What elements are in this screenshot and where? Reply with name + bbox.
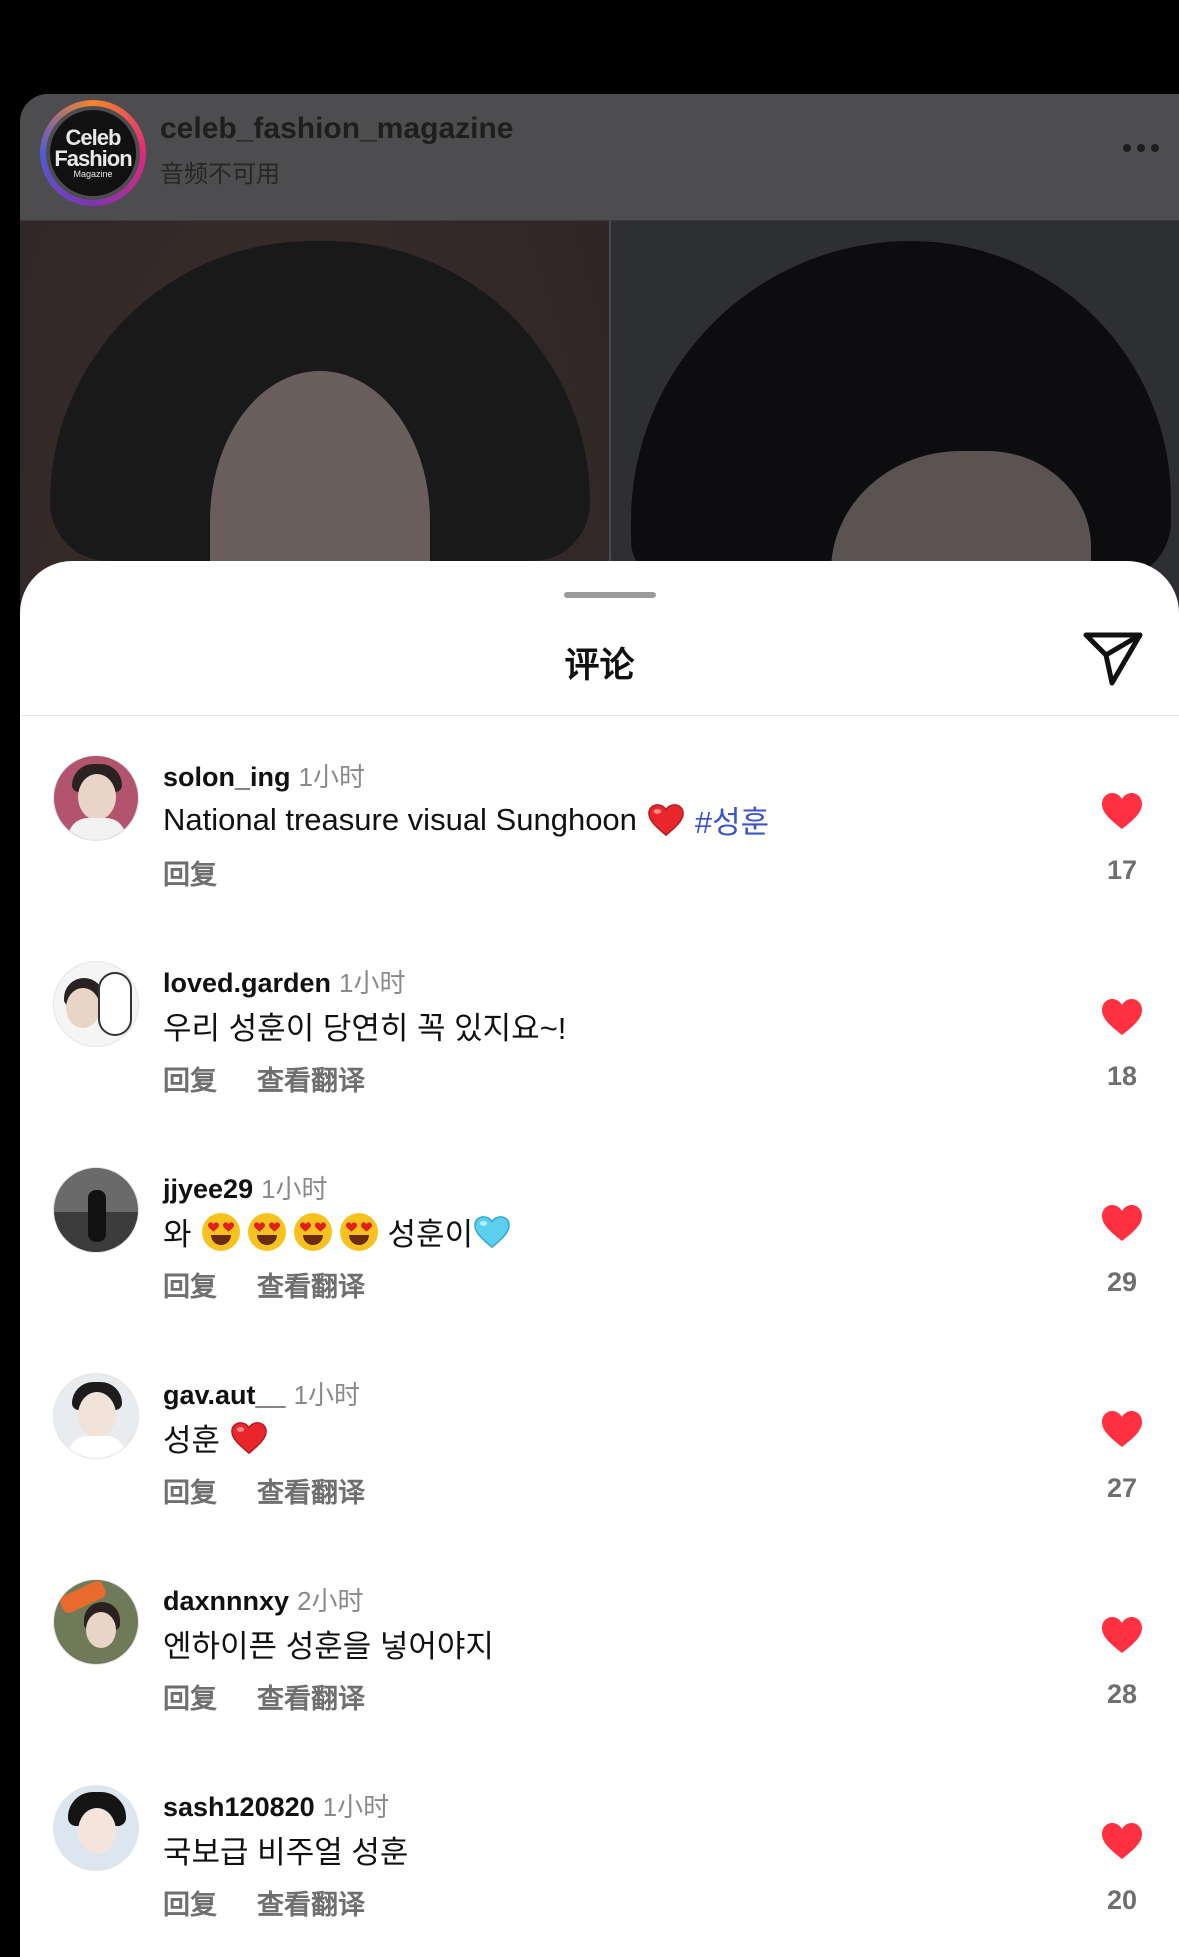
- comment-header: gav.aut__ 1小时: [163, 1375, 360, 1412]
- comment-item: jjyee29 1小时 와 성훈이 回复 查看翻译 29: [20, 1167, 1179, 1373]
- comment-text-body: 성훈: [163, 1423, 221, 1458]
- translate-button[interactable]: 查看翻译: [257, 1684, 365, 1714]
- translate-button[interactable]: 查看翻译: [257, 1066, 365, 1096]
- comment-time: 2小时: [297, 1586, 364, 1616]
- comments-sheet: 评论 solon_ing 1小时 National treasure visual…: [20, 561, 1179, 1957]
- comment-text: 국보급 비주얼 성훈: [163, 1827, 408, 1872]
- sheet-drag-handle[interactable]: [564, 592, 656, 598]
- comment-text: National treasure visual Sunghoon #성훈: [163, 797, 769, 842]
- account-name[interactable]: celeb_fashion_magazine: [160, 112, 513, 146]
- comment-actions: 回复 查看翻译: [163, 1677, 365, 1716]
- more-horizontal-icon[interactable]: [1123, 144, 1159, 152]
- like-count: 20: [1106, 1885, 1138, 1915]
- comment-text: 성훈: [163, 1415, 268, 1460]
- logo-line3: Magazine: [73, 168, 113, 179]
- like-heart-icon[interactable]: [1100, 1203, 1144, 1243]
- comment-text-after: 성훈이: [387, 1217, 474, 1252]
- comment-username[interactable]: sash120820: [163, 1792, 315, 1822]
- comment-time: 1小时: [322, 1792, 390, 1822]
- comment-username[interactable]: daxnnnxy: [163, 1586, 289, 1616]
- reply-button[interactable]: 回复: [163, 1066, 217, 1096]
- comment-header: loved.garden 1小时: [163, 963, 406, 1000]
- like-count: 18: [1106, 1061, 1138, 1091]
- comment-text: 와 성훈이: [163, 1209, 511, 1254]
- avatar[interactable]: [53, 1167, 139, 1253]
- account-logo: Celeb Fashion Magazine: [46, 106, 140, 200]
- comment-header: solon_ing 1小时: [163, 757, 365, 794]
- like-heart-icon[interactable]: [1100, 1821, 1144, 1861]
- audio-status: 音频不可用: [160, 161, 280, 188]
- comment-username[interactable]: solon_ing: [163, 762, 291, 792]
- reply-button[interactable]: 回复: [163, 1272, 217, 1302]
- comment-actions: 回复 查看翻译: [163, 1883, 365, 1922]
- comment-actions: 回复 查看翻译: [163, 1265, 365, 1304]
- avatar[interactable]: [53, 961, 139, 1047]
- like-count: 29: [1106, 1267, 1138, 1297]
- logo-line2: Fashion: [54, 145, 132, 171]
- avatar[interactable]: [53, 1785, 139, 1871]
- like-heart-icon[interactable]: [1100, 1409, 1144, 1449]
- comment-username[interactable]: gav.aut__: [163, 1380, 286, 1410]
- heart-eyes-emoji-icon: [339, 1212, 378, 1251]
- comment-header: sash120820 1小时: [163, 1787, 389, 1824]
- comment-header: daxnnnxy 2小时: [163, 1581, 364, 1618]
- comment-text-body: 우리 성훈이 당연히 꼭 있지요~!: [163, 1011, 567, 1046]
- avatar[interactable]: [53, 1373, 139, 1459]
- heart-eyes-emoji-group: [201, 1212, 378, 1251]
- comment-username[interactable]: loved.garden: [163, 968, 331, 998]
- comment-item: sash120820 1小时 국보급 비주얼 성훈 回复 查看翻译 20: [20, 1785, 1179, 1957]
- like-heart-icon[interactable]: [1100, 1615, 1144, 1655]
- like-count: 17: [1106, 855, 1138, 885]
- reply-button[interactable]: 回复: [163, 1478, 217, 1508]
- post-header: Celeb Fashion Magazine celeb_fashion_mag…: [20, 94, 1179, 221]
- red-heart-emoji-icon: [648, 803, 684, 836]
- avatar[interactable]: [53, 1579, 139, 1665]
- comment-text: 우리 성훈이 당연히 꼭 있지요~!: [163, 1003, 566, 1048]
- account-avatar[interactable]: Celeb Fashion Magazine: [40, 100, 146, 206]
- like-count: 28: [1106, 1679, 1138, 1709]
- like-heart-icon[interactable]: [1100, 997, 1144, 1037]
- comment-text-body: 엔하이픈 성훈을 넣어야지: [163, 1629, 494, 1664]
- translate-button[interactable]: 查看翻译: [257, 1272, 365, 1302]
- comment-actions: 回复 查看翻译: [163, 1059, 365, 1098]
- heart-eyes-emoji-icon: [247, 1212, 286, 1251]
- comment-time: 1小时: [293, 1380, 361, 1410]
- comment-text: 엔하이픈 성훈을 넣어야지: [163, 1621, 494, 1666]
- comment-username[interactable]: jjyee29: [163, 1174, 253, 1204]
- avatar[interactable]: [53, 755, 139, 841]
- comment-item: gav.aut__ 1小时 성훈 回复 查看翻译 27: [20, 1373, 1179, 1579]
- comment-text-before: 와: [163, 1217, 192, 1252]
- heart-eyes-emoji-icon: [293, 1212, 332, 1251]
- comment-time: 1小时: [298, 762, 365, 792]
- comment-time: 1小时: [339, 968, 406, 998]
- comment-item: solon_ing 1小时 National treasure visual Su…: [20, 755, 1179, 961]
- reply-button[interactable]: 回复: [163, 1684, 217, 1714]
- comment-text-body: National treasure visual Sunghoon: [163, 801, 637, 837]
- reply-button[interactable]: 回复: [163, 1890, 217, 1920]
- like-count: 27: [1106, 1473, 1138, 1503]
- comment-item: daxnnnxy 2小时 엔하이픈 성훈을 넣어야지 回复 查看翻译 28: [20, 1579, 1179, 1785]
- comment-header: jjyee29 1小时: [163, 1169, 328, 1206]
- heart-eyes-emoji-icon: [201, 1212, 240, 1251]
- send-icon[interactable]: [1082, 629, 1144, 687]
- comment-time: 1小时: [261, 1174, 328, 1204]
- sheet-title: 评论: [564, 646, 635, 685]
- translate-button[interactable]: 查看翻译: [257, 1890, 365, 1920]
- reply-button[interactable]: 回复: [163, 860, 217, 890]
- light-blue-heart-emoji-icon: [474, 1215, 510, 1248]
- red-heart-emoji-icon: [231, 1421, 267, 1454]
- comment-actions: 回复 查看翻译: [163, 1471, 365, 1510]
- translate-button[interactable]: 查看翻译: [257, 1478, 365, 1508]
- comment-actions: 回复: [163, 853, 217, 892]
- hashtag-link[interactable]: #성훈: [695, 797, 769, 842]
- comment-text-body: 국보급 비주얼 성훈: [163, 1835, 409, 1870]
- like-heart-icon[interactable]: [1100, 791, 1144, 831]
- comment-item: loved.garden 1小时 우리 성훈이 당연히 꼭 있지요~! 回复 查看翻…: [20, 961, 1179, 1167]
- divider: [20, 715, 1179, 716]
